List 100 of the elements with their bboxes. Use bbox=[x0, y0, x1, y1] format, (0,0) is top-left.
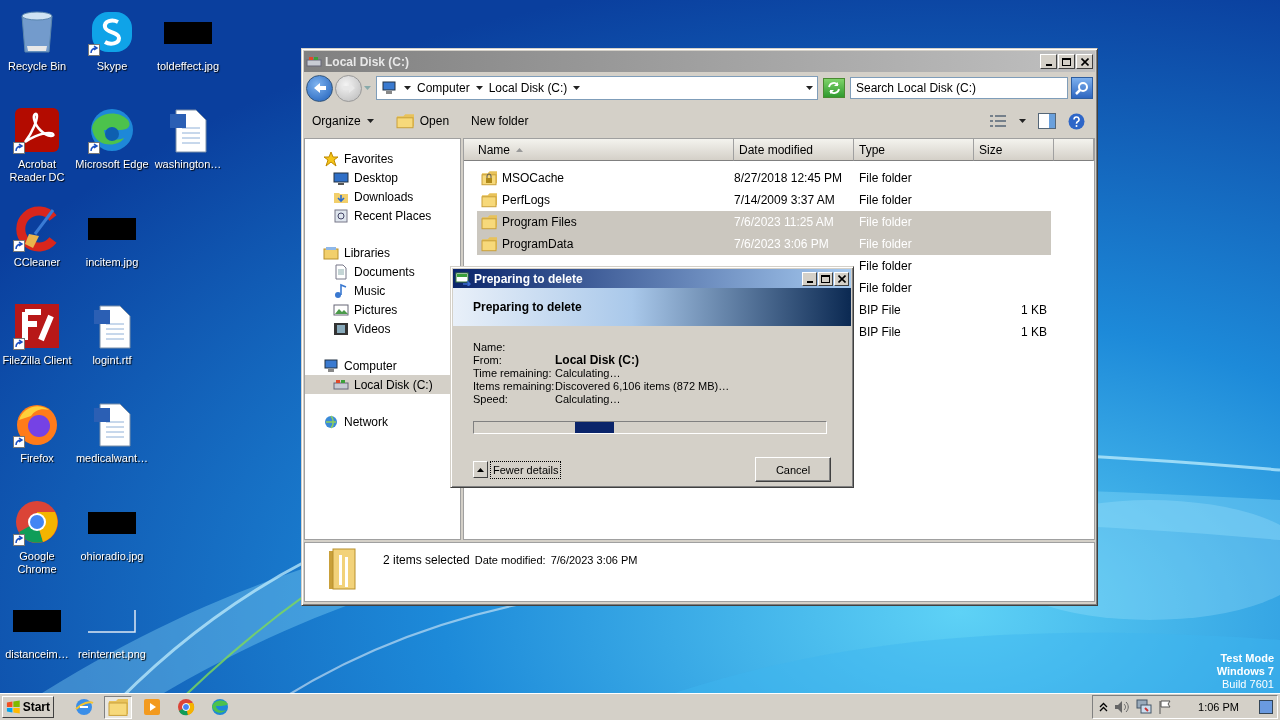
close-button[interactable] bbox=[1076, 54, 1093, 69]
view-list-icon[interactable] bbox=[989, 114, 1007, 128]
folder-icon bbox=[395, 113, 414, 129]
file-row[interactable]: Program Files 7/6/2023 11:25 AM File folder bbox=[477, 211, 1051, 233]
browser-icon bbox=[176, 697, 196, 717]
nav-item[interactable]: Favorites bbox=[305, 149, 460, 168]
wave-browser-icon[interactable] bbox=[88, 106, 136, 154]
desktop-icon-label[interactable]: Firefox bbox=[20, 452, 54, 465]
maximize-button[interactable] bbox=[818, 271, 833, 286]
detail-value: Calculating… bbox=[555, 393, 622, 406]
shortcut-arrow-icon bbox=[13, 240, 25, 252]
computer-icon bbox=[323, 357, 339, 374]
close-button[interactable] bbox=[834, 271, 849, 286]
desktop-icon-label[interactable]: logint.rtf bbox=[92, 354, 132, 367]
detail-value: Local Disk (C:) bbox=[555, 354, 640, 367]
pdf-app-icon[interactable] bbox=[13, 106, 61, 154]
shortcut-arrow-icon bbox=[13, 338, 25, 350]
document-icon bbox=[333, 263, 349, 280]
maximize-icon bbox=[821, 274, 830, 283]
desktop-icon-label[interactable]: FileZilla Client bbox=[2, 354, 72, 367]
folder-icon bbox=[481, 192, 497, 208]
minimize-button[interactable] bbox=[802, 271, 817, 286]
clock[interactable]: 1:06 PM bbox=[1198, 701, 1239, 713]
toolbar-button[interactable]: Organize bbox=[308, 112, 378, 130]
shortcut-arrow-icon bbox=[13, 142, 25, 154]
desktop-icon-label[interactable]: medicalwant… bbox=[75, 452, 149, 465]
nav-item[interactable]: Downloads bbox=[305, 187, 460, 206]
search-icon bbox=[1075, 81, 1089, 95]
flag-icon[interactable] bbox=[1158, 700, 1173, 714]
cancel-button[interactable]: Cancel bbox=[755, 457, 831, 482]
file-type: File folder bbox=[859, 171, 912, 185]
date-modified: 7/6/2023 3:06 PM bbox=[734, 237, 829, 251]
desktop-icon-label[interactable]: Acrobat Reader DC bbox=[5, 158, 69, 184]
nav-item[interactable]: Recent Places bbox=[305, 206, 460, 225]
column-header[interactable]: Type bbox=[854, 139, 974, 161]
folder-icon bbox=[481, 214, 497, 230]
toolbar-button[interactable]: New folder bbox=[467, 112, 533, 130]
desktop-icon-label[interactable]: CCleaner bbox=[13, 256, 61, 269]
ftp-app-icon[interactable] bbox=[13, 302, 61, 350]
file-type: File folder bbox=[859, 237, 912, 251]
detail-value: 7/6/2023 3:06 PM bbox=[550, 554, 638, 566]
back-button[interactable] bbox=[306, 74, 333, 102]
desktop-icon-label[interactable]: ohioradio.jpg bbox=[80, 550, 144, 563]
desktop-icon-label[interactable]: Recycle Bin bbox=[7, 60, 67, 73]
file-row[interactable]: MSOCache 8/27/2018 12:45 PM File folder bbox=[477, 167, 1051, 189]
file-type: File folder bbox=[859, 215, 912, 229]
help-icon[interactable] bbox=[1068, 112, 1085, 130]
test-mode-notice: Build 7601 bbox=[1222, 678, 1274, 691]
speaker-icon[interactable] bbox=[1114, 700, 1131, 714]
detail-label: Time remaining: bbox=[473, 367, 553, 380]
desktop-icon-label[interactable]: incitem.jpg bbox=[85, 256, 139, 269]
taskbar-button[interactable] bbox=[104, 695, 132, 719]
desktop-icon-label[interactable]: toldeffect.jpg bbox=[156, 60, 220, 73]
breadcrumb-item[interactable]: Computer bbox=[416, 81, 471, 95]
desktop-icon-label[interactable]: reinternet.png bbox=[78, 648, 146, 661]
browser-icon[interactable] bbox=[13, 498, 61, 546]
chevron-up-icon[interactable] bbox=[1099, 702, 1109, 712]
detail-label: Date modified: bbox=[474, 554, 546, 566]
folder-icon bbox=[108, 697, 128, 717]
address-bar[interactable]: Computer Local Disk (C:) bbox=[376, 76, 818, 100]
network-icon[interactable] bbox=[1136, 699, 1153, 715]
file-row[interactable]: ProgramData 7/6/2023 3:06 PM File folder bbox=[477, 233, 1051, 255]
desktop-icon-label[interactable]: Skype bbox=[96, 60, 128, 73]
media-player-icon bbox=[142, 697, 162, 717]
file-row[interactable]: PerfLogs 7/14/2009 3:37 AM File folder bbox=[477, 189, 1051, 211]
caret-icon[interactable] bbox=[475, 86, 483, 90]
star-icon bbox=[323, 150, 339, 167]
shortcut-arrow-icon bbox=[13, 436, 25, 448]
file-name: Program Files bbox=[502, 215, 577, 229]
caret-icon[interactable] bbox=[573, 86, 581, 90]
desktop-icon-label[interactable]: distanceim… bbox=[5, 648, 69, 661]
file-type: File folder bbox=[859, 193, 912, 207]
column-header[interactable]: Date modified bbox=[734, 139, 854, 161]
preview-pane-icon[interactable] bbox=[1038, 113, 1056, 129]
start-button[interactable]: Start bbox=[2, 696, 54, 718]
column-header[interactable]: Name bbox=[464, 139, 734, 161]
show-desktop-icon[interactable] bbox=[1259, 700, 1273, 714]
breadcrumb-item[interactable]: Local Disk (C:) bbox=[487, 81, 569, 95]
maximize-button[interactable] bbox=[1058, 54, 1075, 69]
desktop-icon-label[interactable]: Google Chrome bbox=[5, 550, 69, 576]
caret-icon[interactable] bbox=[366, 119, 374, 123]
column-header[interactable]: Size bbox=[974, 139, 1054, 161]
search-button[interactable] bbox=[1071, 77, 1093, 99]
nav-item[interactable]: Libraries bbox=[305, 243, 460, 262]
search-field[interactable]: Search Local Disk (C:) bbox=[850, 77, 1068, 99]
wave-browser-icon bbox=[210, 697, 230, 717]
toolbar-button[interactable]: Open bbox=[391, 111, 454, 131]
minimize-button[interactable] bbox=[1040, 54, 1057, 69]
detail-label: From: bbox=[473, 354, 503, 367]
shortcut-arrow-icon bbox=[88, 44, 100, 56]
nav-item[interactable]: Desktop bbox=[305, 168, 460, 187]
caret-icon[interactable] bbox=[1019, 119, 1026, 123]
refresh-button[interactable] bbox=[823, 78, 845, 98]
desktop-icon-label[interactable]: washington… bbox=[154, 158, 222, 171]
file-size: 1 KB bbox=[1021, 325, 1047, 339]
caret-icon[interactable] bbox=[806, 86, 813, 90]
window-title: Local Disk (C:) bbox=[325, 54, 409, 69]
locked-folder-icon bbox=[481, 170, 497, 186]
desktop-icon-label[interactable]: Microsoft Edge bbox=[75, 158, 149, 171]
caret-icon[interactable] bbox=[404, 86, 411, 90]
